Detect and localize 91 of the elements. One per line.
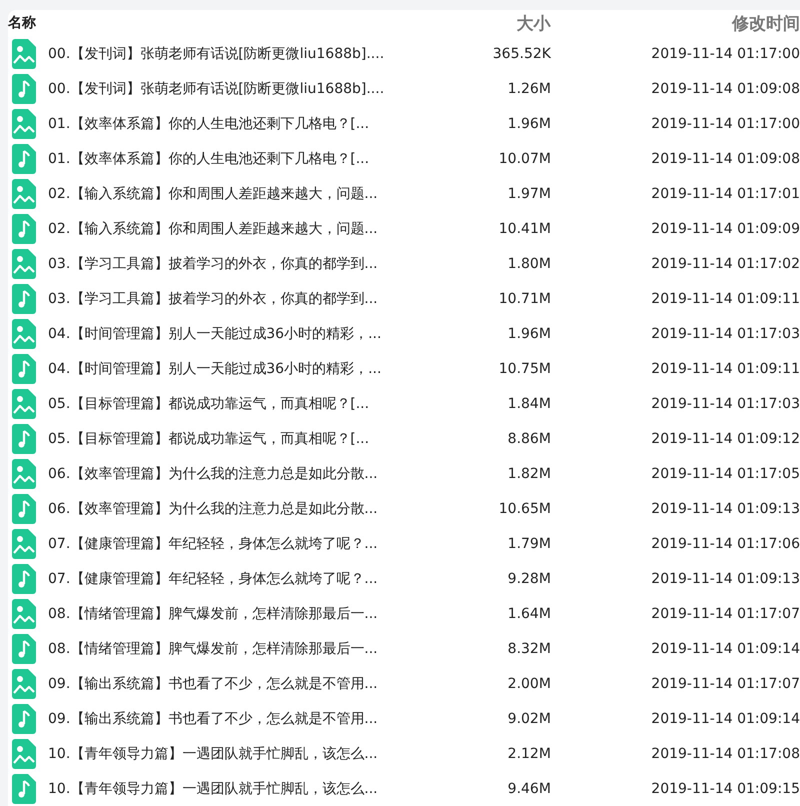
- music-file-icon: [12, 634, 36, 664]
- modified-time: 2019-11-14 01:17:08: [650, 746, 800, 762]
- file-size: 10.75M: [498, 360, 551, 376]
- file-name[interactable]: 05.【目标管理篇】都说成功靠运气，而真相呢？[...: [48, 430, 432, 448]
- file-size: 10.65M: [498, 500, 551, 516]
- image-file-icon: [12, 668, 36, 698]
- modified-time: 2019-11-14 01:17:01: [650, 186, 800, 202]
- file-size: 1.84M: [506, 396, 551, 412]
- image-file-icon: [12, 738, 36, 768]
- file-size: 1.96M: [506, 116, 551, 132]
- modified-time: 2019-11-14 01:09:15: [650, 780, 800, 796]
- modified-time: 2019-11-14 01:09:14: [650, 640, 800, 656]
- file-name[interactable]: 04.【时间管理篇】别人一天能过成36小时的精彩，...: [48, 324, 432, 342]
- file-size: 1.97M: [506, 186, 551, 202]
- music-file-icon: [12, 74, 36, 104]
- music-file-icon: [12, 424, 36, 454]
- music-file-icon: [12, 564, 36, 594]
- modified-time: 2019-11-14 01:17:03: [650, 326, 800, 342]
- file-size: 8.32M: [506, 640, 551, 656]
- file-size: 1.64M: [506, 606, 551, 622]
- image-file-icon: [12, 318, 36, 348]
- file-size: 9.02M: [506, 710, 551, 726]
- file-size: 10.41M: [498, 220, 551, 236]
- file-name[interactable]: 00.【发刊词】张萌老师有话说[防断更微liu1688b]....: [48, 44, 432, 62]
- modified-time: 2019-11-14 01:17:07: [650, 676, 800, 692]
- image-file-icon: [12, 178, 36, 208]
- file-size: 2.00M: [506, 676, 551, 692]
- modified-time: 2019-11-14 01:09:08: [650, 80, 800, 96]
- music-file-icon: [12, 774, 36, 804]
- file-size: 10.71M: [498, 290, 551, 306]
- file-name[interactable]: 08.【情绪管理篇】脾气爆发前，怎样清除那最后一...: [48, 604, 432, 622]
- column-header[interactable]: 修改时间: [550, 12, 800, 34]
- modified-time: 2019-11-14 01:09:11: [650, 290, 800, 306]
- file-name[interactable]: 04.【时间管理篇】别人一天能过成36小时的精彩，...: [48, 360, 432, 378]
- file-size: 1.79M: [506, 536, 551, 552]
- file-name[interactable]: 03.【学习工具篇】披着学习的外衣，你真的都学到...: [48, 290, 432, 308]
- file-size: 2.12M: [506, 746, 551, 762]
- music-file-icon: [12, 214, 36, 244]
- music-file-icon: [12, 284, 36, 314]
- modified-time: 2019-11-14 01:17:05: [650, 466, 800, 482]
- file-name[interactable]: 06.【效率管理篇】为什么我的注意力总是如此分散...: [48, 500, 432, 518]
- file-name[interactable]: 01.【效率体系篇】你的人生电池还剩下几格电？[...: [48, 150, 432, 168]
- file-name[interactable]: 02.【输入系统篇】你和周围人差距越来越大，问题...: [48, 220, 432, 238]
- image-file-icon: [12, 108, 36, 138]
- file-size: 1.96M: [506, 326, 551, 342]
- modified-time: 2019-11-14 01:09:13: [650, 500, 800, 516]
- modified-time: 2019-11-14 01:09:08: [650, 150, 800, 166]
- file-name[interactable]: 03.【学习工具篇】披着学习的外衣，你真的都学到...: [48, 254, 432, 272]
- image-file-icon: [12, 458, 36, 488]
- image-file-icon: [12, 598, 36, 628]
- modified-time: 2019-11-14 01:17:03: [650, 396, 800, 412]
- file-name[interactable]: 05.【目标管理篇】都说成功靠运气，而真相呢？[...: [48, 394, 432, 412]
- column-header[interactable]: 名称: [8, 14, 430, 32]
- file-name[interactable]: 08.【情绪管理篇】脾气爆发前，怎样清除那最后一...: [48, 640, 432, 658]
- file-size: 9.28M: [506, 570, 551, 586]
- file-size: 8.86M: [506, 430, 551, 446]
- music-file-icon: [12, 144, 36, 174]
- file-name[interactable]: 01.【效率体系篇】你的人生电池还剩下几格电？[...: [48, 114, 432, 132]
- file-size: 10.07M: [498, 150, 551, 166]
- file-name[interactable]: 02.【输入系统篇】你和周围人差距越来越大，问题...: [48, 184, 432, 202]
- file-name[interactable]: 09.【输出系统篇】书也看了不少，怎么就是不管用...: [48, 674, 432, 692]
- image-file-icon: [12, 248, 36, 278]
- file-name[interactable]: 07.【健康管理篇】年纪轻轻，身体怎么就垮了呢？...: [48, 534, 432, 552]
- file-name[interactable]: 10.【青年领导力篇】一遇团队就手忙脚乱，该怎么...: [48, 780, 432, 798]
- file-size: 1.82M: [506, 466, 551, 482]
- file-size: 1.26M: [506, 80, 551, 96]
- column-header[interactable]: 大小: [430, 12, 550, 34]
- music-file-icon: [12, 354, 36, 384]
- file-name[interactable]: 10.【青年领导力篇】一遇团队就手忙脚乱，该怎么...: [48, 744, 432, 762]
- music-file-icon: [12, 704, 36, 734]
- modified-time: 2019-11-14 01:09:12: [650, 430, 800, 446]
- modified-time: 2019-11-14 01:09:11: [650, 360, 800, 376]
- music-file-icon: [12, 494, 36, 524]
- modified-time: 2019-11-14 01:17:07: [650, 606, 800, 622]
- file-name[interactable]: 09.【输出系统篇】书也看了不少，怎么就是不管用...: [48, 710, 432, 728]
- file-size: 9.46M: [506, 780, 551, 796]
- file-name[interactable]: 07.【健康管理篇】年纪轻轻，身体怎么就垮了呢？...: [48, 570, 432, 588]
- modified-time: 2019-11-14 01:17:06: [650, 536, 800, 552]
- modified-time: 2019-11-14 01:09:14: [650, 710, 800, 726]
- modified-time: 2019-11-14 01:17:00: [650, 116, 800, 132]
- image-file-icon: [12, 38, 36, 68]
- modified-time: 2019-11-14 01:17:00: [650, 46, 800, 62]
- file-name[interactable]: 06.【效率管理篇】为什么我的注意力总是如此分散...: [48, 464, 432, 482]
- modified-time: 2019-11-14 01:17:02: [650, 256, 800, 272]
- file-name[interactable]: 00.【发刊词】张萌老师有话说[防断更微liu1688b]....: [48, 80, 432, 98]
- modified-time: 2019-11-14 01:09:09: [650, 220, 800, 236]
- modified-time: 2019-11-14 01:09:13: [650, 570, 800, 586]
- file-size: 1.80M: [506, 256, 551, 272]
- file-size: 365.52K: [492, 46, 551, 62]
- image-file-icon: [12, 528, 36, 558]
- image-file-icon: [12, 388, 36, 418]
